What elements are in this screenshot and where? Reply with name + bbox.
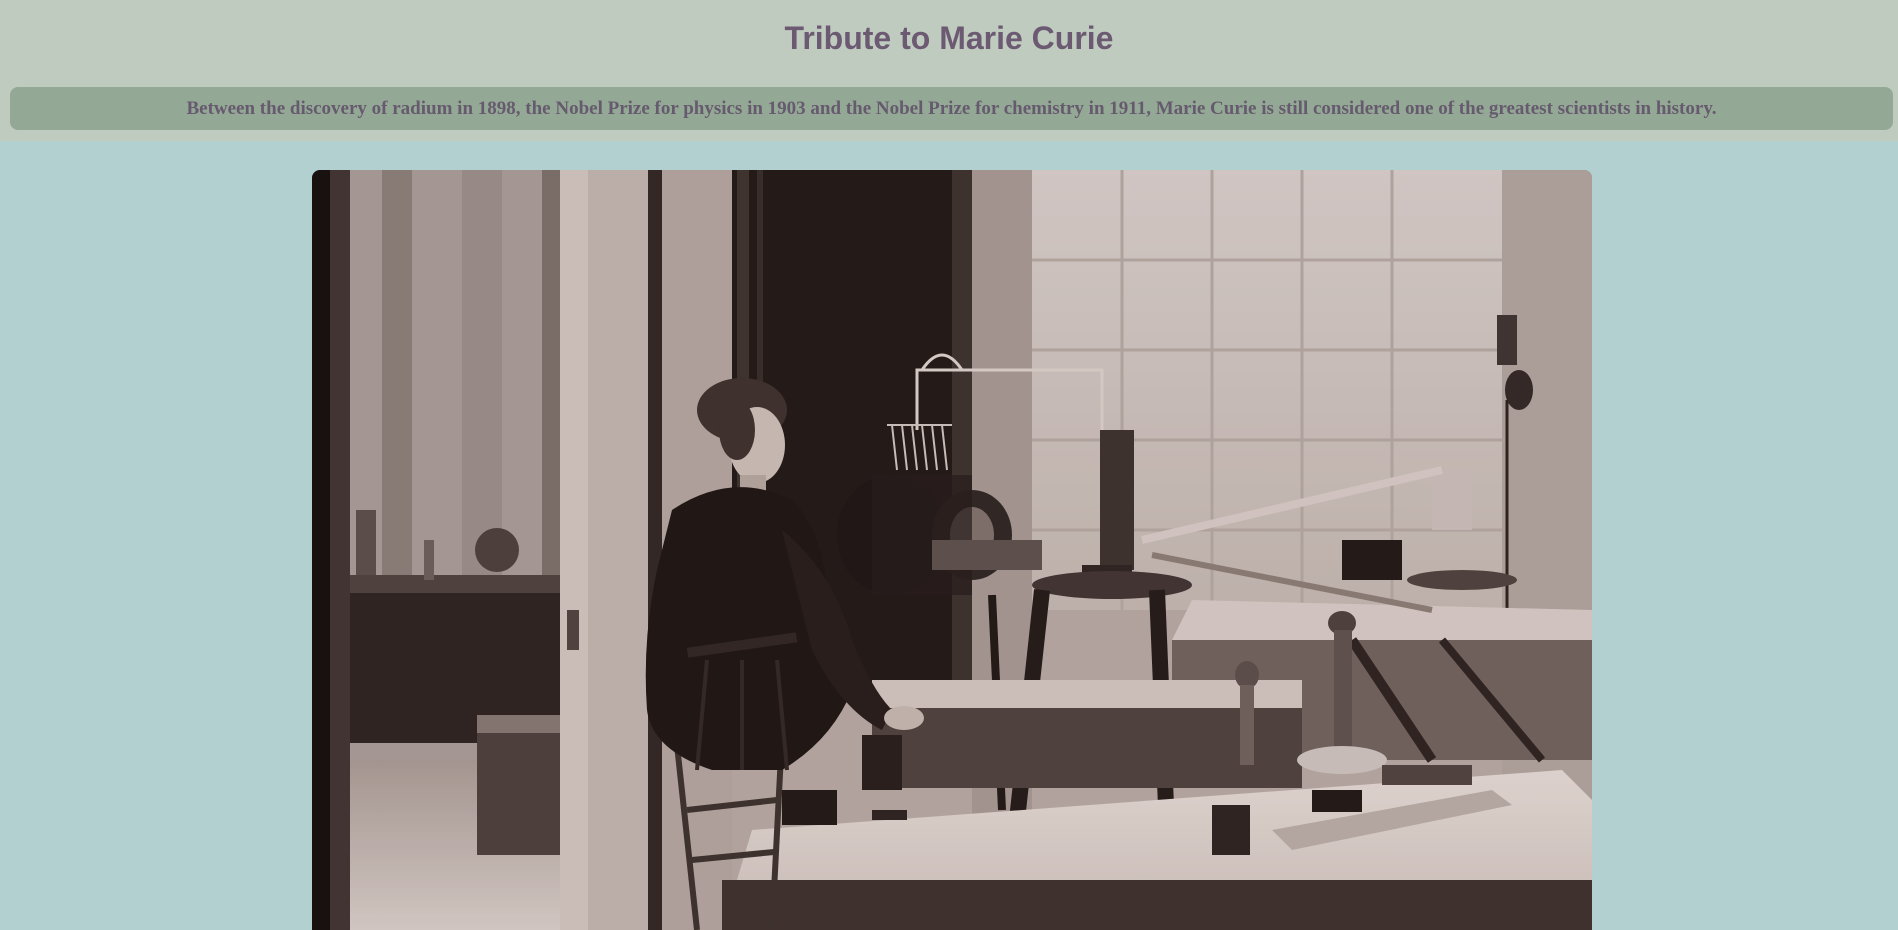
subtitle-banner: Between the discovery of radium in 1898,… [10,87,1893,130]
photo-icon [312,170,1592,930]
marie-curie-photo [312,170,1592,930]
subtitle-text: Between the discovery of radium in 1898,… [186,97,1717,119]
page-title: Tribute to Marie Curie [784,20,1114,56]
page-header: Tribute to Marie Curie Between the disco… [0,0,1898,141]
